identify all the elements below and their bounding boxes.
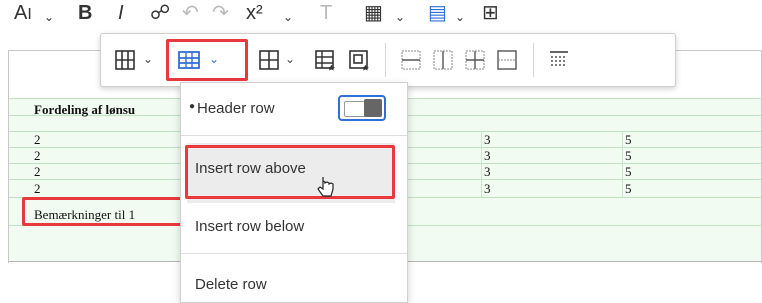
- insert-row-below-item[interactable]: Insert row below: [195, 218, 304, 235]
- cell-properties-icon[interactable]: [345, 46, 373, 74]
- row-dropdown-menu: ● Header row Insert row above Insert row…: [180, 82, 408, 303]
- insert-icon[interactable]: ⊞: [482, 2, 499, 24]
- table-cell: 5: [625, 164, 632, 179]
- table-cell: 3: [484, 181, 491, 196]
- superscript-icon[interactable]: x²: [246, 2, 263, 24]
- table-header-cell: Fordeling af lønsu: [34, 102, 136, 117]
- mouse-cursor-icon: [317, 177, 334, 197]
- table-cell: 2: [34, 148, 41, 163]
- insert-row-above-highlight: [185, 145, 395, 199]
- table-column-icon[interactable]: [111, 46, 139, 74]
- cell-border-icon[interactable]: [397, 46, 425, 74]
- selected-cell-highlight: [22, 197, 183, 226]
- cell-border-icon[interactable]: [461, 46, 489, 74]
- cell-border-icon[interactable]: [493, 46, 521, 74]
- header-row-toggle[interactable]: [338, 95, 386, 121]
- table-cell: 5: [625, 181, 632, 196]
- table-properties-icon[interactable]: [311, 46, 339, 74]
- bold-button[interactable]: B: [78, 2, 92, 24]
- table-cell-selected[interactable]: 2: [34, 181, 41, 196]
- table-cell: 5: [625, 148, 632, 163]
- chevron-down-icon[interactable]: ⌄: [44, 6, 54, 28]
- redo-icon[interactable]: ↷: [212, 2, 229, 24]
- bullet-icon: ●: [189, 101, 196, 112]
- table-cell: 3: [484, 164, 491, 179]
- template-icon[interactable]: ▤: [428, 2, 447, 24]
- chevron-down-icon[interactable]: ⌄: [283, 6, 293, 28]
- chevron-down-icon[interactable]: ⌄: [395, 6, 405, 28]
- link-icon[interactable]: ☍: [150, 2, 170, 24]
- undo-icon[interactable]: ↶: [182, 2, 199, 24]
- clear-format-icon[interactable]: T: [320, 2, 332, 24]
- row-menu-highlight: [166, 39, 248, 81]
- table-cell: 2: [34, 132, 41, 147]
- merge-cells-icon[interactable]: [255, 46, 283, 74]
- table-cell: 3: [484, 148, 491, 163]
- chevron-down-icon[interactable]: ⌄: [143, 52, 153, 66]
- table-icon[interactable]: ▦: [364, 2, 383, 24]
- delete-row-item[interactable]: Delete row: [195, 276, 267, 293]
- table-cell: 2: [34, 164, 41, 179]
- table-toolbar: ⌄ ⌄ ⌄: [100, 33, 676, 87]
- chevron-down-icon[interactable]: ⌄: [455, 6, 465, 28]
- header-row-label: Header row: [197, 100, 275, 117]
- table-cell: 5: [625, 132, 632, 147]
- formatting-toolbar: AI ⌄ B I ☍ ↶ ↷ x² ⌄ T ▦ ⌄ ▤ ⌄ ⊞: [0, 0, 762, 30]
- cell-border-icon[interactable]: [429, 46, 457, 74]
- font-size-icon[interactable]: AI: [14, 2, 32, 26]
- table-grid-icon[interactable]: [545, 46, 573, 74]
- italic-button[interactable]: I: [118, 2, 124, 24]
- chevron-down-icon[interactable]: ⌄: [285, 52, 295, 66]
- table-cell: 3: [484, 132, 491, 147]
